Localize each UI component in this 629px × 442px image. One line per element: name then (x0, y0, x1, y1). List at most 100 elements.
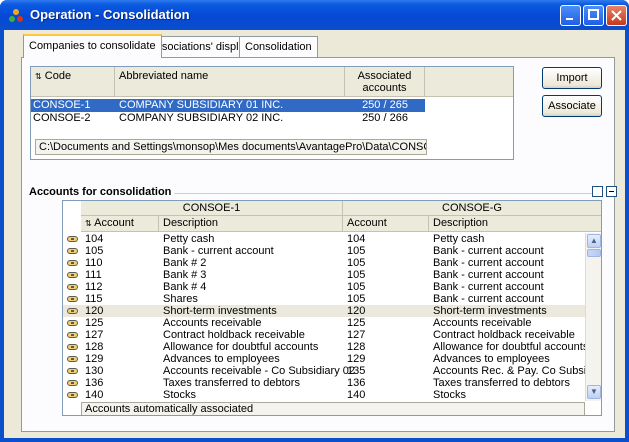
sort-icon: ⇅ (85, 219, 92, 228)
account-row[interactable]: 104 Petty cash 104 Petty cash (63, 233, 585, 245)
account-desc-target: Advances to employees (433, 353, 550, 365)
account-code-source: 136 (85, 377, 104, 389)
account-row[interactable]: 128 Allowance for doubtful accounts 128 All… (63, 341, 585, 353)
account-code-target: 127 (347, 329, 366, 341)
account-desc-source: Advances to employees (163, 353, 280, 365)
column-header-account-1[interactable]: ⇅ Account (81, 216, 159, 232)
account-code-target: 105 (347, 269, 366, 281)
account-desc-target: Bank - current account (433, 281, 544, 293)
associate-button[interactable]: Associate (542, 95, 602, 117)
account-row[interactable]: 127 Contract holdback receivable 127 Contra… (63, 329, 585, 341)
column-header-account-2[interactable]: Account (343, 216, 429, 232)
account-row[interactable]: 130 Accounts receivable - Co Subsidiary 0… (63, 365, 585, 377)
account-desc-source: Bank # 4 (163, 281, 207, 293)
data-path-field: C:\Documents and Settings\monsop\Mes doc… (35, 139, 427, 155)
group-header-target: CONSOE-G (343, 201, 601, 216)
account-row[interactable]: 105 Bank - current account 105 Bank - curre… (63, 245, 585, 257)
column-header-associated[interactable]: Associated accounts (345, 67, 425, 97)
scroll-up-icon[interactable]: ▲ (587, 234, 601, 248)
column-header-description-1[interactable]: Description (159, 216, 343, 232)
account-row[interactable]: 110 Bank # 2 105 Bank - current account (63, 257, 585, 269)
account-row[interactable]: 125 Accounts receivable 125 Accounts receiv… (63, 317, 585, 329)
account-code-source: 128 (85, 341, 104, 353)
account-code-target: 105 (347, 257, 366, 269)
link-icon (67, 320, 78, 326)
account-row[interactable]: 120 Short-term investments 120 Short-term i… (63, 305, 585, 317)
account-code-source: 111 (85, 269, 102, 281)
column-header-description-2[interactable]: Description (429, 216, 601, 232)
title-bar[interactable]: Operation - Consolidation (0, 0, 629, 30)
window-client: Companies to consolidate Associations' d… (4, 30, 625, 438)
link-icon (67, 344, 78, 350)
account-desc-source: Accounts receivable (163, 317, 262, 329)
expand-checkbox[interactable] (592, 186, 603, 197)
company-row[interactable]: CONSOE-2 COMPANY SUBSIDIARY 02 INC. 250 … (31, 112, 421, 125)
company-code: CONSOE-1 (31, 99, 115, 112)
company-name: COMPANY SUBSIDIARY 02 INC. (119, 112, 284, 124)
account-desc-source: Stocks (163, 389, 197, 401)
company-row[interactable]: CONSOE-1 COMPANY SUBSIDIARY 01 INC. 250 … (31, 99, 425, 112)
account-desc-source: Taxes transferred to debtors (163, 377, 300, 389)
column-header-code[interactable]: ⇅ Code (31, 67, 115, 97)
maximize-button[interactable] (583, 5, 604, 26)
status-text: Accounts automatically associated (81, 402, 585, 415)
account-row[interactable]: 112 Bank # 4 105 Bank - current account (63, 281, 585, 293)
tab-panel: ⇅ Code Abbreviated name Associated accou… (21, 57, 617, 432)
minimize-button[interactable] (560, 5, 581, 26)
account-desc-target: Bank - current account (433, 269, 544, 281)
account-desc-target: Bank - current account (433, 245, 544, 257)
account-row[interactable]: 136 Taxes transferred to debtors 136 Taxes … (63, 377, 585, 389)
account-desc-target: Stocks (433, 389, 467, 401)
app-icon (9, 9, 23, 22)
account-code-target: 128 (347, 341, 366, 353)
import-button[interactable]: Import (542, 67, 602, 89)
account-row[interactable]: 111 Bank # 3 105 Bank - current account (63, 269, 585, 281)
account-code-source: 104 (85, 233, 104, 245)
account-code-target: 135 (347, 365, 366, 377)
link-icon (67, 272, 78, 278)
accounts-grid: CONSOE-1 CONSOE-G ⇅ Account Description … (62, 200, 602, 416)
window-title: Operation - Consolidation (30, 7, 190, 22)
tab-consolidation[interactable]: Consolidation (239, 36, 318, 57)
link-icon (67, 356, 78, 362)
group-divider (157, 193, 594, 194)
company-name: COMPANY SUBSIDIARY 01 INC. (115, 99, 345, 112)
account-code-source: 115 (85, 293, 103, 305)
maximize-icon (588, 9, 599, 20)
account-code-target: 125 (347, 317, 366, 329)
collapse-checkbox[interactable] (606, 186, 617, 197)
accounts-rows: 104 Petty cash 104 Petty cash 105 Bank - curr… (63, 233, 585, 401)
account-desc-target: Accounts Rec. & Pay. Co Subsidiary (433, 365, 585, 377)
account-code-target: 105 (347, 245, 366, 257)
tab-companies-to-consolidate[interactable]: Companies to consolidate (23, 34, 162, 58)
link-icon (67, 248, 78, 254)
link-icon (67, 332, 78, 338)
account-desc-source: Bank - current account (163, 245, 274, 257)
account-desc-source: Shares (163, 293, 198, 305)
company-associated: 250 / 266 (362, 112, 408, 124)
account-code-target: 136 (347, 377, 366, 389)
account-desc-target: Bank - current account (433, 257, 544, 269)
account-desc-source: Contract holdback receivable (163, 329, 305, 341)
link-icon (67, 260, 78, 266)
company-code: CONSOE-2 (33, 112, 91, 124)
scroll-down-icon[interactable]: ▼ (587, 385, 601, 399)
link-icon (67, 392, 78, 398)
column-header-name[interactable]: Abbreviated name (115, 67, 345, 97)
account-desc-target: Short-term investments (433, 305, 547, 317)
account-code-source: 127 (85, 329, 104, 341)
account-row[interactable]: 129 Advances to employees 129 Advances to e… (63, 353, 585, 365)
account-desc-source: Allowance for doubtful accounts (163, 341, 319, 353)
group-header-source: CONSOE-1 (81, 201, 343, 216)
link-icon (67, 380, 78, 386)
account-desc-source: Accounts receivable - Co Subsidiary 02 (163, 365, 355, 377)
vertical-scrollbar[interactable]: ▲ ▼ (585, 233, 601, 401)
account-code-target: 105 (347, 281, 366, 293)
close-button[interactable] (606, 5, 627, 26)
account-row[interactable]: 115 Shares 105 Bank - current account (63, 293, 585, 305)
account-code-source: 112 (85, 281, 103, 293)
scroll-thumb[interactable] (587, 249, 601, 257)
account-desc-target: Bank - current account (433, 293, 544, 305)
account-row[interactable]: 140 Stocks 140 Stocks (63, 389, 585, 401)
sort-icon: ⇅ (35, 72, 42, 81)
